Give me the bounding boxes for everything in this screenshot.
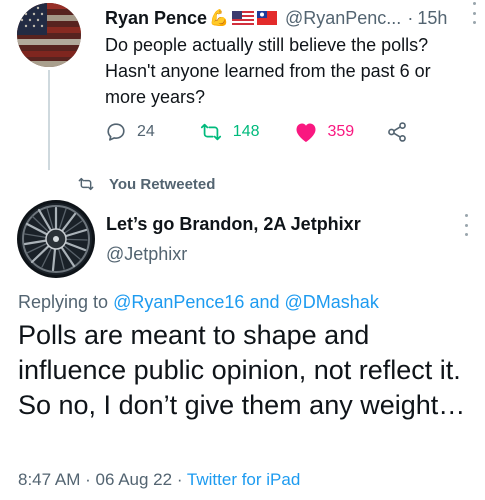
tweet-text: Polls are meant to shape and influence p…: [18, 320, 466, 420]
taiwan-flag-icon: [256, 11, 277, 25]
reply-count: 24: [137, 123, 155, 140]
tweet-time[interactable]: 15h: [417, 8, 447, 29]
tweet-actions: 24 148 359: [105, 120, 408, 144]
reply-mention-link[interactable]: @DMashak: [285, 292, 379, 312]
flexed-bicep-emoji: 💪: [209, 10, 229, 27]
tweet-time[interactable]: 8:47 AM: [18, 470, 80, 489]
avatar[interactable]: [17, 200, 95, 278]
flag-avatar-image: [17, 3, 81, 67]
tweet-source-link[interactable]: Twitter for iPad: [187, 470, 300, 489]
tweet-header: Ryan Pence 💪 @RyanPenc... · 15h: [105, 6, 447, 30]
retweet-button[interactable]: 148: [199, 121, 260, 143]
author-handle[interactable]: @RyanPenc...: [285, 8, 401, 29]
first-tweet[interactable]: Ryan Pence 💪 @RyanPenc... · 15h Do peopl…: [0, 0, 485, 170]
reply-icon: [107, 123, 125, 141]
more-options-icon[interactable]: [471, 2, 477, 24]
reply-button[interactable]: 24: [105, 121, 155, 143]
separator-dot: ·: [407, 7, 414, 28]
like-button[interactable]: 359: [294, 121, 355, 143]
like-count: 359: [327, 123, 355, 140]
author-name[interactable]: Let’s go Brandon, 2A Jetphixr: [106, 214, 361, 235]
tweet-text: Do people actually still believe the pol…: [105, 35, 431, 107]
author-name[interactable]: Ryan Pence: [105, 8, 207, 29]
us-flag-icon: [231, 11, 254, 25]
reply-mention-link[interactable]: @RyanPence16: [113, 292, 244, 312]
avatar[interactable]: [17, 3, 81, 67]
jet-engine-avatar-image: [17, 200, 95, 278]
share-icon: [388, 122, 407, 142]
thread-connector-line: [48, 70, 50, 170]
heart-icon: [296, 123, 315, 142]
retweet-banner: You Retweeted: [77, 174, 215, 194]
replying-to: Replying to @RyanPence16 and @DMashak: [18, 292, 379, 313]
share-button[interactable]: [386, 121, 408, 143]
retweet-count: 148: [232, 123, 260, 140]
retweet-icon: [200, 123, 221, 141]
author-handle[interactable]: @Jetphixr: [106, 244, 187, 265]
more-options-icon[interactable]: [463, 214, 469, 236]
tweet-date[interactable]: 06 Aug 22: [96, 470, 173, 489]
tweet-metadata: 8:47 AM · 06 Aug 22 · Twitter for iPad: [18, 470, 300, 490]
separator-dot: ·: [85, 470, 91, 489]
retweet-banner-label: You Retweeted: [109, 175, 216, 193]
separator-dot: ·: [176, 470, 183, 489]
reply-and-text: and: [249, 292, 280, 312]
retweet-small-icon: [78, 177, 94, 191]
replying-to-prefix: Replying to: [18, 292, 109, 312]
